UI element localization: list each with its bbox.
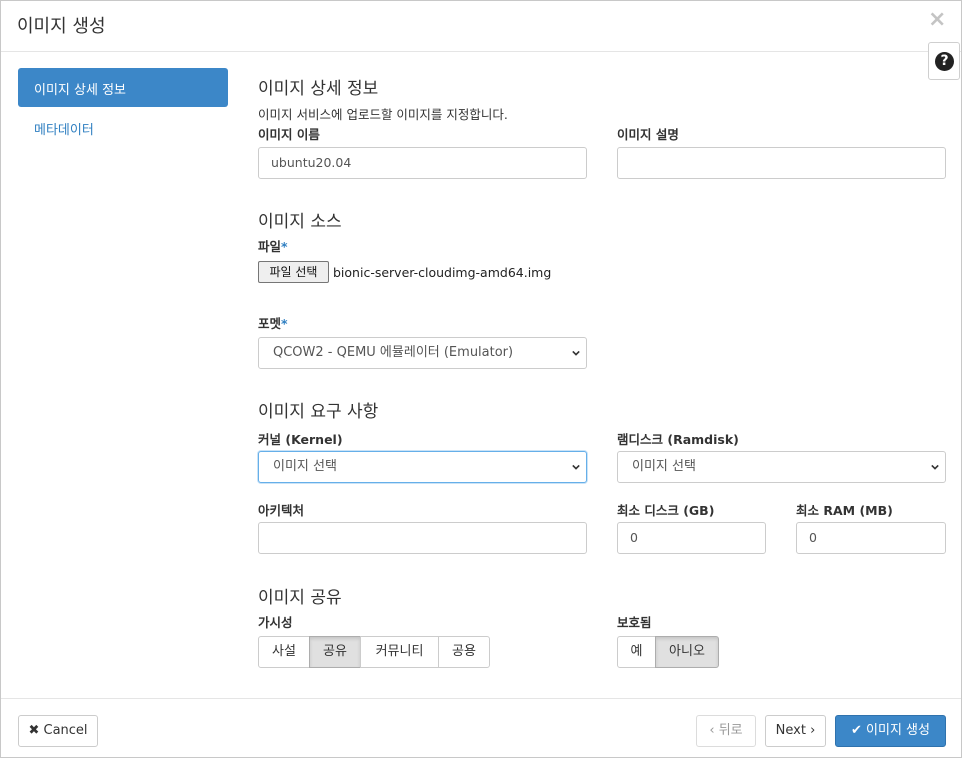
section-title-requirements: 이미지 요구 사항 xyxy=(258,402,379,422)
section-title-details: 이미지 상세 정보 xyxy=(258,79,379,99)
min-disk-input[interactable]: 0 xyxy=(617,522,766,554)
create-image-button[interactable]: ✔ 이미지 생성 xyxy=(835,715,946,747)
create-image-button-label: 이미지 생성 xyxy=(866,723,930,738)
image-name-label: 이미지 이름 xyxy=(258,127,320,142)
create-image-dialog: 이미지 생성 × ? 이미지 상세 정보 메타데이터 이미지 상세 정보 이미지… xyxy=(0,0,962,758)
visibility-button-group: 사설 공유 커뮤니티 공용 xyxy=(258,636,490,668)
visibility-option-community[interactable]: 커뮤니티 xyxy=(360,636,439,668)
chevron-down-icon xyxy=(572,350,580,356)
cancel-button[interactable]: ✖ Cancel xyxy=(18,715,98,747)
cancel-button-label: Cancel xyxy=(43,723,88,738)
kernel-select[interactable]: 이미지 선택 xyxy=(258,451,587,483)
close-icon[interactable]: × xyxy=(928,7,946,33)
architecture-label: 아키텍처 xyxy=(258,503,305,518)
min-disk-label: 최소 디스크 (GB) xyxy=(617,503,715,518)
image-description-input[interactable] xyxy=(617,147,946,179)
protected-label: 보호됨 xyxy=(617,615,652,630)
visibility-label: 가시성 xyxy=(258,615,293,630)
chevron-right-icon: › xyxy=(810,723,816,738)
protected-option-yes[interactable]: 예 xyxy=(617,636,656,668)
next-button[interactable]: Next › xyxy=(765,715,826,747)
next-button-label: Next xyxy=(775,723,806,738)
ramdisk-label: 램디스크 (Ramdisk) xyxy=(617,432,739,447)
footer-divider xyxy=(1,698,961,699)
section-title-source: 이미지 소스 xyxy=(258,212,342,232)
min-ram-label: 최소 RAM (MB) xyxy=(796,503,893,518)
chevron-down-icon xyxy=(572,464,580,470)
file-label: 파일* xyxy=(258,239,288,254)
protected-option-no[interactable]: 아니오 xyxy=(655,636,719,668)
kernel-label: 커널 (Kernel) xyxy=(258,432,343,447)
question-circle-icon: ? xyxy=(935,52,954,71)
selected-file-name: bionic-server-cloudimg-amd64.img xyxy=(333,265,552,280)
image-description-label: 이미지 설명 xyxy=(617,127,679,142)
min-ram-input[interactable]: 0 xyxy=(796,522,946,554)
architecture-input[interactable] xyxy=(258,522,587,554)
visibility-option-shared[interactable]: 공유 xyxy=(309,636,361,668)
chevron-left-icon: ‹ xyxy=(709,723,715,738)
times-icon: ✖ xyxy=(28,723,40,738)
dialog-header: 이미지 생성 × xyxy=(1,1,961,52)
ramdisk-select[interactable]: 이미지 선택 xyxy=(617,451,946,483)
required-marker: * xyxy=(281,316,288,331)
ramdisk-select-value: 이미지 선택 xyxy=(632,459,696,474)
sidebar-item-metadata[interactable]: 메타데이터 xyxy=(34,119,94,138)
check-icon: ✔ xyxy=(851,723,862,738)
back-button-label: 뒤로 xyxy=(718,723,743,738)
format-select-value: QCOW2 - QEMU 에뮬레이터 (Emulator) xyxy=(273,345,514,360)
kernel-select-value: 이미지 선택 xyxy=(273,459,337,474)
section-title-sharing: 이미지 공유 xyxy=(258,588,342,608)
protected-button-group: 예 아니오 xyxy=(617,636,719,668)
required-marker: * xyxy=(281,239,288,254)
sidebar-item-image-details[interactable]: 이미지 상세 정보 xyxy=(18,68,228,107)
visibility-option-private[interactable]: 사설 xyxy=(258,636,310,668)
format-select[interactable]: QCOW2 - QEMU 에뮬레이터 (Emulator) xyxy=(258,337,587,369)
image-name-input[interactable]: ubuntu20.04 xyxy=(258,147,587,179)
format-label: 포멧* xyxy=(258,316,288,331)
dialog-title: 이미지 생성 xyxy=(17,16,106,37)
chevron-down-icon xyxy=(931,464,939,470)
back-button[interactable]: ‹ 뒤로 xyxy=(696,715,756,747)
visibility-option-public[interactable]: 공용 xyxy=(438,636,490,668)
help-button[interactable]: ? xyxy=(928,42,960,80)
choose-file-button[interactable]: 파일 선택 xyxy=(258,261,329,283)
section-description: 이미지 서비스에 업로드할 이미지를 지정합니다. xyxy=(258,107,508,122)
